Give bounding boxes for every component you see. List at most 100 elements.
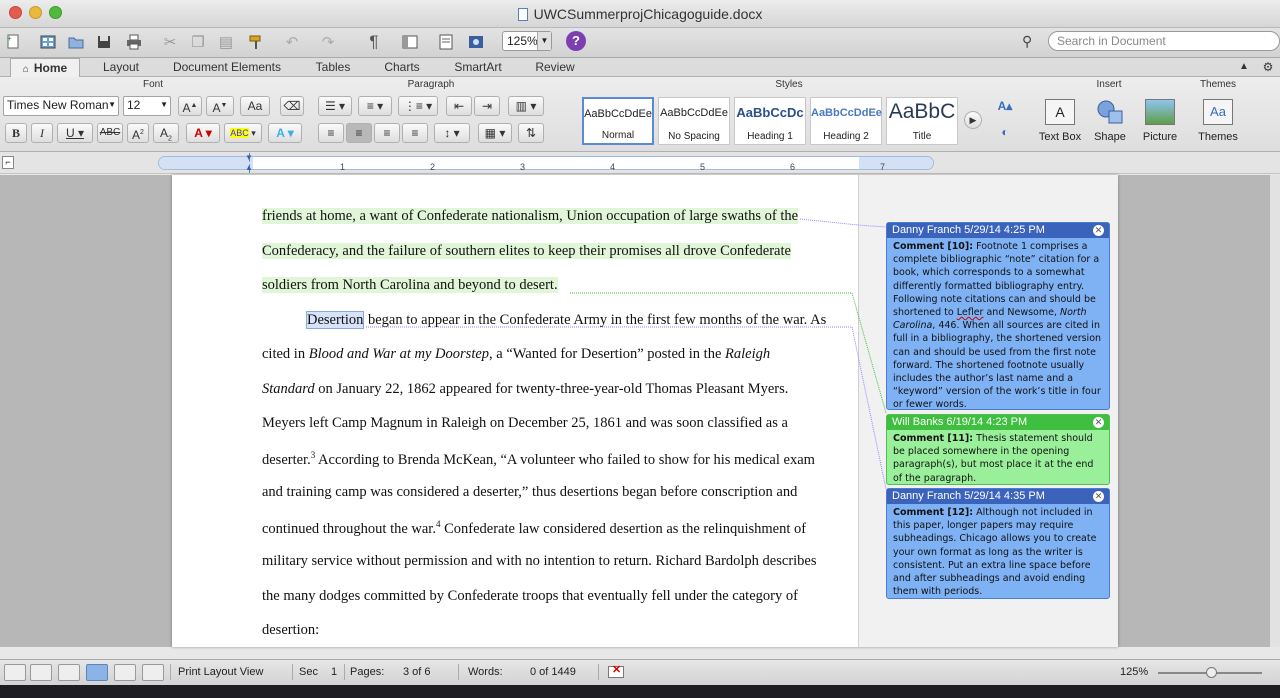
bullets-button[interactable]: ☰ ▾ [318,96,352,116]
show-formatting-icon[interactable]: ¶ [362,31,386,53]
highlight-button[interactable]: ABC ▾ [224,123,262,143]
close-icon[interactable]: ✕ [1093,225,1104,236]
save-icon[interactable] [92,31,116,53]
collapse-ribbon-icon[interactable]: ▲ [1234,58,1254,77]
shrink-font-button[interactable]: A▼ [206,96,234,116]
format-painter-icon[interactable] [244,31,268,53]
comment-balloon[interactable]: Danny Franch 5/29/14 4:35 PM ✕ Comment [1… [886,488,1110,599]
print-layout-view-icon[interactable] [86,664,108,681]
text-effects-button[interactable]: A ▾ [268,123,302,143]
tab-tables[interactable]: Tables [304,58,362,77]
themes-button[interactable]: Aa Themes [1194,97,1242,143]
clear-formatting-button[interactable]: ⌫ [280,96,304,116]
comment-label: Comment [12]: [893,507,974,518]
justify-button[interactable]: ≡ [402,123,428,143]
comment-author-date: Will Banks 6/19/14 4:23 PM [892,416,1028,428]
style-name: Normal [601,130,635,141]
horizontal-ruler[interactable]: ▼ ▲ 1 2 3 4 5 6 7 [158,153,934,173]
tab-document-elements[interactable]: Document Elements [162,58,292,77]
comment-balloon[interactable]: Will Banks 6/19/14 4:23 PM ✕ Comment [11]… [886,414,1110,485]
sort-button[interactable]: ⇅ [518,123,544,143]
align-right-button[interactable]: ≡ [374,123,400,143]
open-icon[interactable] [64,31,88,53]
search-input[interactable]: Search in Document [1048,31,1280,51]
ribbon-settings-icon[interactable]: ⚙ [1258,58,1278,77]
styles-pane-icon[interactable]: A▴ [990,97,1020,119]
style-no-spacing[interactable]: AaBbCcDdEe No Spacing [658,97,730,145]
subscript-button[interactable]: A2 [153,123,179,143]
italic-title: Blood and War at my Doorstep [308,346,490,362]
style-heading-2[interactable]: AaBbCcDdEe Heading 2 [810,97,882,145]
style-normal[interactable]: AaBbCcDdEe Normal [582,97,654,145]
borders-button[interactable]: ▦ ▾ [478,123,512,143]
vertical-scrollbar[interactable] [1270,175,1280,647]
style-title[interactable]: AaBbC Title [886,97,958,145]
increase-indent-button[interactable]: ⇥ [474,96,500,116]
tab-smartart[interactable]: SmartArt [442,58,514,77]
print-icon[interactable] [122,31,146,53]
publishing-view-icon[interactable] [58,664,80,681]
outline-view-icon[interactable] [30,664,52,681]
tab-layout[interactable]: Layout [92,58,150,77]
superscript-button[interactable]: A2 [127,123,149,143]
numbering-button[interactable]: ≡ ▾ [358,96,392,116]
redo-icon[interactable]: ↷ [316,31,340,53]
undo-icon[interactable]: ↶ [280,31,304,53]
indent-marker[interactable]: ▼ ▲ [245,153,257,173]
zoom-select[interactable]: 125% ▼ [502,31,552,51]
align-center-button[interactable]: ≡ [346,123,372,143]
insert-text-box-button[interactable]: A Text Box [1036,97,1084,143]
close-icon[interactable]: ✕ [1093,491,1104,502]
style-name: Title [912,131,932,142]
strikethrough-button[interactable]: ABC [97,123,123,143]
style-preview: AaBbCcDdEe [811,107,882,119]
paste-icon[interactable]: ▤ [214,31,238,53]
multilevel-list-button[interactable]: ⋮≡ ▾ [398,96,438,116]
new-document-icon[interactable]: + [2,31,26,53]
columns-button[interactable]: ▥ ▾ [508,96,544,116]
font-name-select[interactable]: Times New Roman ▼ [3,96,119,116]
comment-balloon[interactable]: Danny Franch 5/29/14 4:25 PM ✕ Comment [1… [886,222,1110,410]
comment-author-date: Danny Franch 5/29/14 4:35 PM [892,490,1045,502]
notebook-view-icon[interactable] [114,664,136,681]
gallery-icon[interactable] [36,31,60,53]
help-button[interactable]: ? [566,31,586,51]
copy-icon[interactable]: ❐ [186,31,210,53]
bold-button[interactable]: B [5,123,27,143]
document-line: and training camp was considered a deser… [262,484,797,501]
draft-view-icon[interactable] [4,664,26,681]
style-heading-1[interactable]: AaBbCcDc Heading 1 [734,97,806,145]
focus-view-icon[interactable] [142,664,164,681]
sidebar-icon[interactable] [398,31,422,53]
tab-selector-icon[interactable]: ⌐ [2,156,14,169]
toolbox-icon[interactable] [434,31,458,53]
style-name: No Spacing [668,131,720,142]
tab-charts[interactable]: Charts [374,58,430,77]
insert-picture-button[interactable]: Picture [1136,97,1184,143]
decrease-indent-button[interactable]: ⇤ [446,96,472,116]
change-case-button[interactable]: Aa [240,96,270,116]
close-icon[interactable]: ✕ [1093,417,1104,428]
underline-button[interactable]: U ▾ [57,123,93,143]
comment-anchor-text[interactable]: Desertion [306,311,365,329]
search-icon[interactable]: ⚲ [1022,33,1032,50]
home-icon: ⌂ [22,64,29,75]
zoom-slider-knob[interactable] [1206,667,1217,678]
styles-next-button[interactable]: ▶ [964,111,982,129]
insert-shape-button[interactable]: Shape [1086,97,1134,143]
spelling-status-icon[interactable]: ✕ [608,664,624,678]
manage-styles-icon[interactable]: ◐ [990,123,1020,145]
tab-review[interactable]: Review [526,58,584,77]
document-line: friends at home, a want of Confederate n… [262,208,799,225]
font-size-select[interactable]: 12 ▼ [123,96,171,116]
zoom-slider[interactable] [1158,667,1262,678]
italic-button[interactable]: I [31,123,53,143]
align-left-button[interactable]: ≡ [318,123,344,143]
tab-home[interactable]: ⌂ Home [10,58,80,77]
cut-icon[interactable]: ✂ [158,31,182,53]
grow-font-button[interactable]: A▲ [178,96,202,116]
line-spacing-button[interactable]: ↕ ▾ [434,123,470,143]
words-value[interactable]: 0 of 1449 [530,666,576,678]
media-browser-icon[interactable] [464,31,488,53]
font-color-button[interactable]: A ▾ [186,123,220,143]
